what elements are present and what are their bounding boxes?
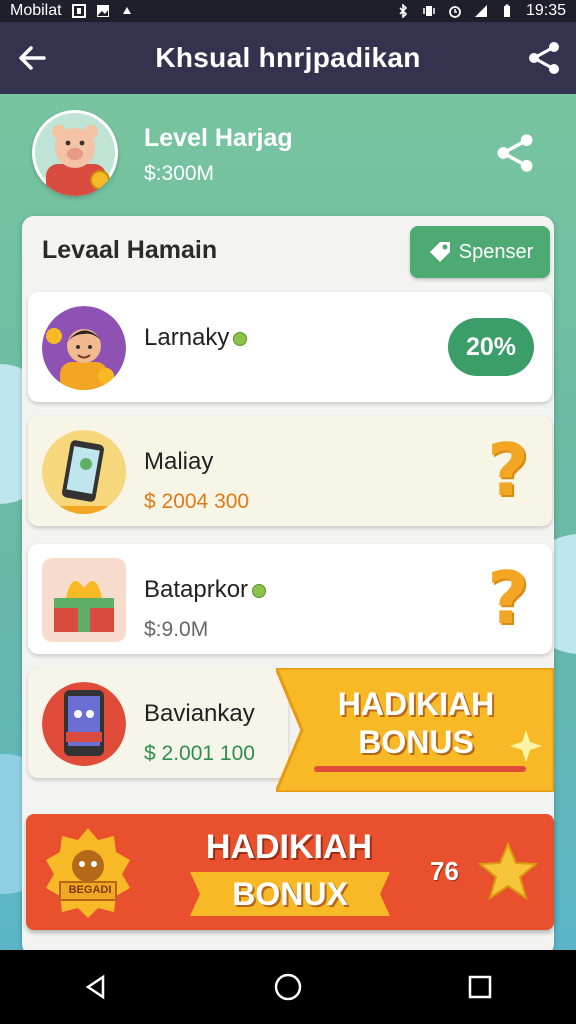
card-title: Levaal Hamain: [42, 236, 218, 264]
list-item[interactable]: Baviankay $ 2.001 100: [28, 668, 288, 778]
badge-label: BEGADI: [68, 884, 112, 896]
page-title: Khsual hnrjpadikan: [155, 42, 421, 73]
list-item[interactable]: Bataprkor $:9.0M ?: [28, 544, 552, 654]
badge-icon: [46, 828, 130, 918]
bonus-ribbon[interactable]: HADIKIAH BONUS: [276, 668, 554, 792]
back-button[interactable]: [0, 22, 64, 94]
item-amount: $ 2004 300: [144, 490, 250, 513]
item-amount: $ 2.001 100: [144, 742, 255, 765]
image-icon: [96, 5, 109, 17]
share-icon: [497, 134, 533, 172]
pig-mascot-icon: [35, 113, 115, 196]
question-mark-icon[interactable]: ?: [480, 558, 536, 638]
bluetooth-icon: [399, 4, 408, 18]
list-item[interactable]: Larnaky 20%: [28, 292, 552, 402]
gift-box-icon: [42, 558, 126, 642]
ribbon-line2: BONUS: [358, 724, 474, 760]
phone-map-icon: [42, 430, 126, 514]
bonus-line2: BONUX: [232, 876, 348, 912]
profile-balance: $:300M: [144, 162, 215, 185]
item-amount: $:9.0M: [144, 618, 209, 641]
phone-character-icon: [42, 682, 126, 766]
circle-home-icon: [274, 973, 302, 1001]
profile-title: Level Harjag: [144, 124, 293, 152]
carrier-text: Mobilat: [10, 2, 62, 19]
system-nav-bar: [0, 950, 576, 1024]
verified-icon: [252, 583, 267, 598]
battery-icon: [503, 4, 510, 17]
share-button[interactable]: [512, 22, 576, 94]
notification-icon: [71, 4, 86, 18]
app-bar: Khsual hnrjpadikan: [0, 22, 576, 94]
tag-icon: [429, 242, 450, 262]
star-icon: [478, 842, 538, 901]
item-name: Larnaky: [144, 324, 248, 352]
ribbon-line1: HADIKIAH: [337, 686, 495, 722]
person-avatar-icon: [42, 306, 126, 390]
profile-share-button[interactable]: [494, 132, 536, 174]
verified-icon: [233, 331, 248, 346]
back-arrow-icon: [19, 46, 46, 70]
profile-header: Level Harjag $:300M: [32, 110, 568, 210]
status-bar: Mobilat 19:35: [0, 0, 576, 22]
nav-back-button[interactable]: [78, 969, 114, 1005]
list-item[interactable]: Maliay $ 2004 300 ?: [28, 416, 552, 526]
share-icon: [529, 42, 559, 74]
sponsor-button[interactable]: Spenser: [410, 226, 550, 278]
item-name: Maliay: [144, 448, 214, 475]
question-mark-icon[interactable]: ?: [480, 430, 536, 510]
item-name: Baviankay: [144, 700, 255, 727]
vibrate-icon: [423, 6, 435, 16]
sponsor-label: Spenser: [458, 240, 534, 263]
signal-icon: [474, 5, 487, 17]
avatar[interactable]: [32, 110, 118, 196]
item-name: Bataprkor: [144, 576, 267, 604]
clock-text: 19:35: [525, 2, 566, 19]
bonus-count: 76: [430, 856, 459, 886]
bonus-line1: HADIKIAH: [205, 828, 373, 866]
triangle-back-icon: [85, 974, 105, 1000]
alarm-icon: [449, 6, 461, 18]
nav-recents-button[interactable]: [462, 969, 498, 1005]
android-icon: [122, 7, 131, 14]
nav-home-button[interactable]: [270, 969, 306, 1005]
bonus-banner[interactable]: BEGADI HADIKIAH BONUX 76: [26, 814, 554, 930]
square-recents-icon: [468, 975, 492, 999]
percent-badge[interactable]: 20%: [448, 318, 534, 376]
